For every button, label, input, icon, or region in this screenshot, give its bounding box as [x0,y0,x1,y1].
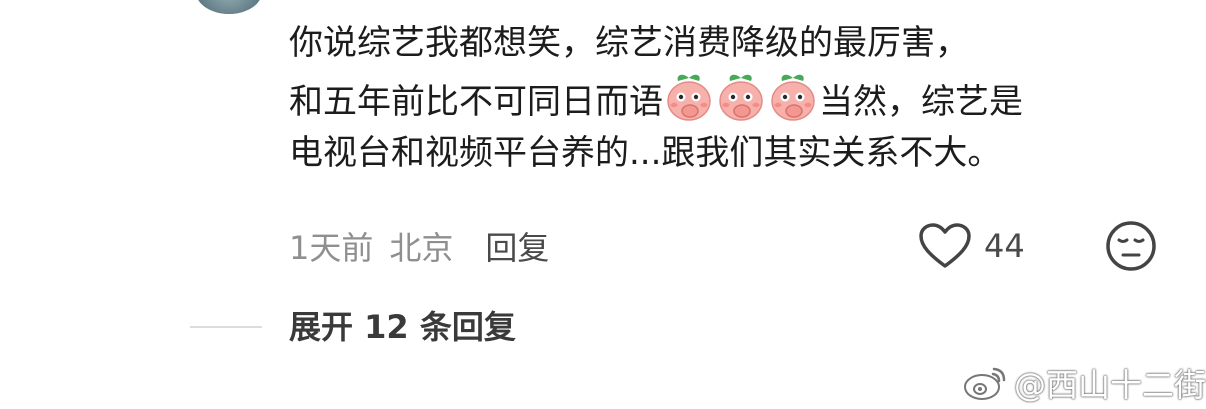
peach-laugh-emoji-icon [771,74,815,121]
replies-divider [190,326,262,328]
peach-laugh-emoji-icon [667,74,711,121]
comment-location: 北京 [389,229,454,267]
like-count: 44 [984,227,1025,265]
comment-line-2: 和五年前比不可同日而语 当然，综艺是 [289,71,1169,126]
comment-line-1: 你说综艺我都想笑，综艺消费降级的最厉害， [289,23,969,63]
comment-line-2-start: 和五年前比不可同日而语 [289,82,663,122]
expand-replies-button[interactable]: 展开 12 条回复 [289,302,516,348]
like-button[interactable]: 44 [918,220,1025,272]
weibo-logo-icon [964,367,1006,400]
comment-time: 1天前 [289,229,374,267]
watermark: @西山十二街 [962,360,1206,406]
reply-button[interactable]: 回复 [485,223,549,269]
comment-text: 你说综艺我都想笑，综艺消费降级的最厉害， 和五年前比不可同日而语 当然，综艺是 … [289,16,1169,181]
neutral-face-icon[interactable] [1104,219,1158,273]
comment-line-2-end: 当然，综艺是 [819,82,1023,122]
heart-outline-icon [919,223,971,268]
comment-meta: 1天前 北京 回复 [289,221,549,271]
avatar[interactable] [196,0,262,14]
watermark-text: @西山十二街 [1014,366,1206,404]
peach-laugh-emoji-icon [719,74,763,121]
comment-line-3: 电视台和视频平台养的...跟我们其实关系不大。 [289,133,1002,173]
